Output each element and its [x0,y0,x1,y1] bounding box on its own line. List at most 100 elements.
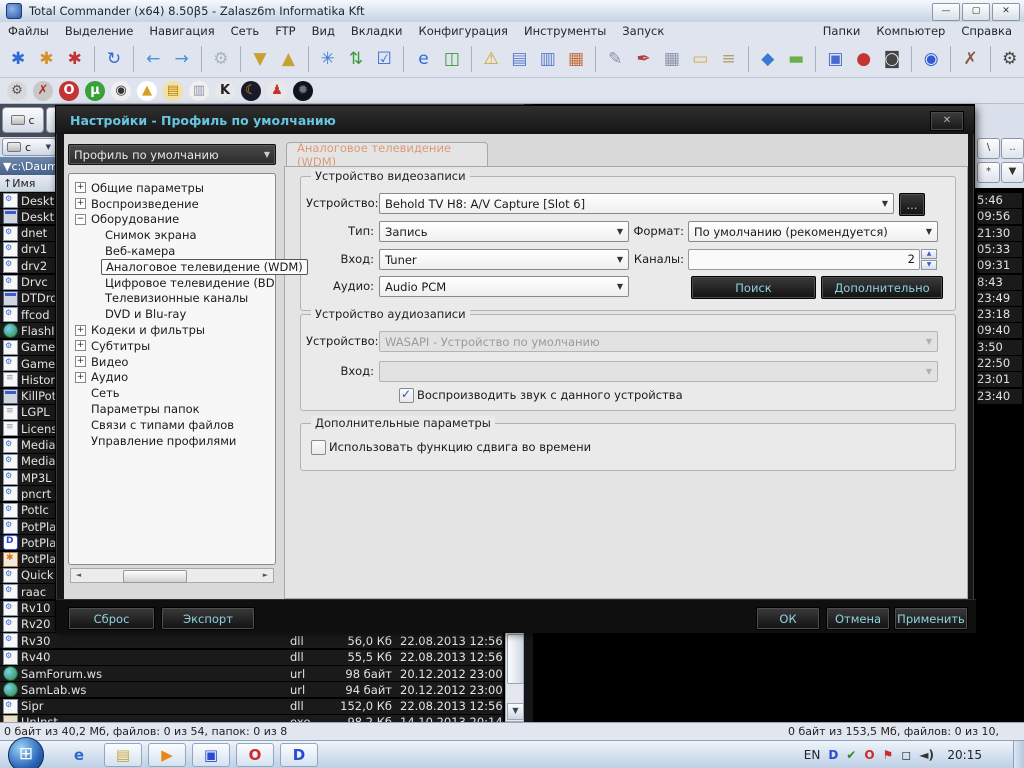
potplayer-logo-icon[interactable]: ▲ [136,80,158,102]
export-button[interactable]: Экспорт [161,607,255,630]
unpack-icon[interactable]: ▲ [276,46,300,72]
media-player-task[interactable]: ▶ [148,743,186,767]
tree-item-Сеть[interactable]: Сеть [69,385,275,401]
red-cross-icon[interactable]: ✗ [32,80,54,102]
tab-analog-tv[interactable]: Аналоговое телевидение (WDM) [286,142,488,167]
file-row[interactable]: SamLab.wsurl94 байт20.12.2012 23:00 [0,682,503,698]
expand-plus-icon[interactable]: + [75,340,86,351]
spin-down-icon[interactable]: ▼ [921,260,937,270]
tree-item-Управление профилями[interactable]: Управление профилями [69,433,275,449]
file-row[interactable]: Siprdll152,0 Кб22.08.2013 12:56 [0,699,503,715]
search-dark-icon[interactable]: ◙ [880,46,904,72]
drive-tab-c[interactable]: c [2,107,44,133]
tree-item-Связи с типами файлов[interactable]: Связи с типами файлов [69,417,275,433]
search-button[interactable]: Поиск [691,276,816,299]
new-note-icon[interactable]: ▭ [688,46,712,72]
doc-info-icon[interactable]: ▥ [188,80,210,102]
expand-plus-icon[interactable]: + [75,356,86,367]
tree-item-Общие параметры[interactable]: +Общие параметры [69,180,275,196]
expand-plus-icon[interactable]: + [75,198,86,209]
minimize-button[interactable]: — [932,3,960,21]
history-dropdown-button[interactable]: ▼ [1001,162,1024,183]
maximize-button[interactable]: ▢ [962,3,990,21]
options-red-icon[interactable]: ✱ [63,46,87,72]
language-indicator[interactable]: EN [804,748,821,762]
ok-button[interactable]: ОК [756,607,820,630]
taskbar-clock[interactable]: 20:15 [947,748,982,762]
options-orange-icon[interactable]: ✱ [34,46,58,72]
opera-icon[interactable]: O [58,80,80,102]
refresh-icon[interactable]: ↻ [102,46,126,72]
scroll-icon[interactable]: ≡ [716,46,740,72]
usb-tray-icon[interactable]: ✔ [846,748,856,762]
timeshift-checkbox[interactable] [311,440,326,455]
tree-item-Цифровое телевидение (BD[interactable]: Цифровое телевидение (BD [69,275,275,291]
file-row[interactable]: Rv40dll55,5 Кб22.08.2013 12:56 [0,650,503,666]
action-center-icon[interactable]: ⚑ [883,748,894,762]
expand-plus-icon[interactable]: + [75,325,86,336]
media-settings-icon[interactable]: ⚙ [6,80,28,102]
doc-preview-icon[interactable]: ▤ [507,46,531,72]
alien-icon[interactable]: ◉ [110,80,132,102]
channels-spinner[interactable]: ▲ ▼ [921,249,938,270]
video-device-combo[interactable]: Behold TV H8: A/V Capture [Slot 6] [379,193,894,214]
hscrollbar-thumb[interactable] [123,570,187,583]
internet-explorer-task[interactable]: e [60,743,98,767]
left-panel-vscrollbar[interactable]: ▼ [505,632,524,722]
drive-combo[interactable]: c ▼ [2,138,56,156]
play-sound-checkbox[interactable] [399,388,414,403]
menu-item-Конфигурация[interactable]: Конфигурация [411,24,516,38]
toolbar-gear-icon[interactable]: ⚙ [998,46,1022,72]
tree-item-Кодеки и фильтры[interactable]: +Кодеки и фильтры [69,322,275,338]
back-icon[interactable]: ← [141,46,165,72]
menu-item-Файлы[interactable]: Файлы [0,24,57,38]
root-dir-button[interactable]: \ [977,138,1000,159]
menu-item-FTP[interactable]: FTP [267,24,303,38]
expand-plus-icon[interactable]: + [75,182,86,193]
file-row[interactable]: Rv30dll56,0 Кб22.08.2013 12:56 [0,633,503,649]
apply-button[interactable]: Применить [894,607,968,630]
save-task[interactable]: ▣ [192,743,230,767]
image-viewer-icon[interactable]: ▣ [823,46,847,72]
format-combo[interactable]: По умолчанию (рекомендуется) [688,221,938,242]
start-button[interactable]: ⊞ [8,737,44,768]
vscrollbar-thumb[interactable] [507,634,524,684]
parent-dir-button[interactable]: .. [1001,138,1024,159]
pack-icon[interactable]: ▼ [248,46,272,72]
collapse-minus-icon[interactable]: − [75,214,86,225]
menu-item-Вкладки[interactable]: Вкладки [343,24,411,38]
menu-item-Сеть[interactable]: Сеть [223,24,268,38]
notepad-icon[interactable]: ✎ [603,46,627,72]
type-combo[interactable]: Запись [379,221,629,242]
profile-combo[interactable]: Профиль по умолчанию [68,144,276,165]
paint-icon[interactable]: ✒ [631,46,655,72]
tree-item-Субтитры[interactable]: +Субтитры [69,338,275,354]
audio-combo[interactable]: Audio PCM [379,276,629,297]
spin-up-icon[interactable]: ▲ [921,249,937,259]
input-combo[interactable]: Tuner [379,249,629,270]
potplayer-tray-icon[interactable]: D [828,748,838,762]
explorer-task[interactable]: ▤ [104,743,142,767]
tree-item-DVD и Blu-ray[interactable]: DVD и Blu-ray [69,306,275,322]
close-button[interactable]: ✕ [992,3,1020,21]
options-blue-icon[interactable]: ✱ [6,46,30,72]
menu-item-Вид[interactable]: Вид [304,24,343,38]
menu-item-Инструменты[interactable]: Инструменты [516,24,614,38]
kmplayer-icon[interactable]: K [214,80,236,102]
menu-item-Запуск[interactable]: Запуск [614,24,672,38]
tree-item-Снимок экрана[interactable]: Снимок экрана [69,227,275,243]
folder-yellow-icon[interactable]: ▤ [162,80,184,102]
dialog-close-button[interactable]: ✕ [930,111,964,131]
tree-item-Аудио[interactable]: +Аудио [69,370,275,386]
compare-icon[interactable]: ✳ [316,46,340,72]
opera-task[interactable]: O [236,743,274,767]
eraser-icon[interactable]: ✗ [958,46,982,72]
menu-item-Выделение[interactable]: Выделение [57,24,142,38]
doc-props-icon[interactable]: ▥ [536,46,560,72]
file-row[interactable]: SamForum.wsurl98 байт20.12.2012 23:00 [0,666,503,682]
tree-item-Воспроизведение[interactable]: +Воспроизведение [69,196,275,212]
sort-az-icon[interactable]: ⇅ [344,46,368,72]
tree-item-Веб-камера[interactable]: Веб-камера [69,243,275,259]
channels-field[interactable]: 2 [688,249,920,270]
doc-warning-icon[interactable]: ⚠ [479,46,503,72]
